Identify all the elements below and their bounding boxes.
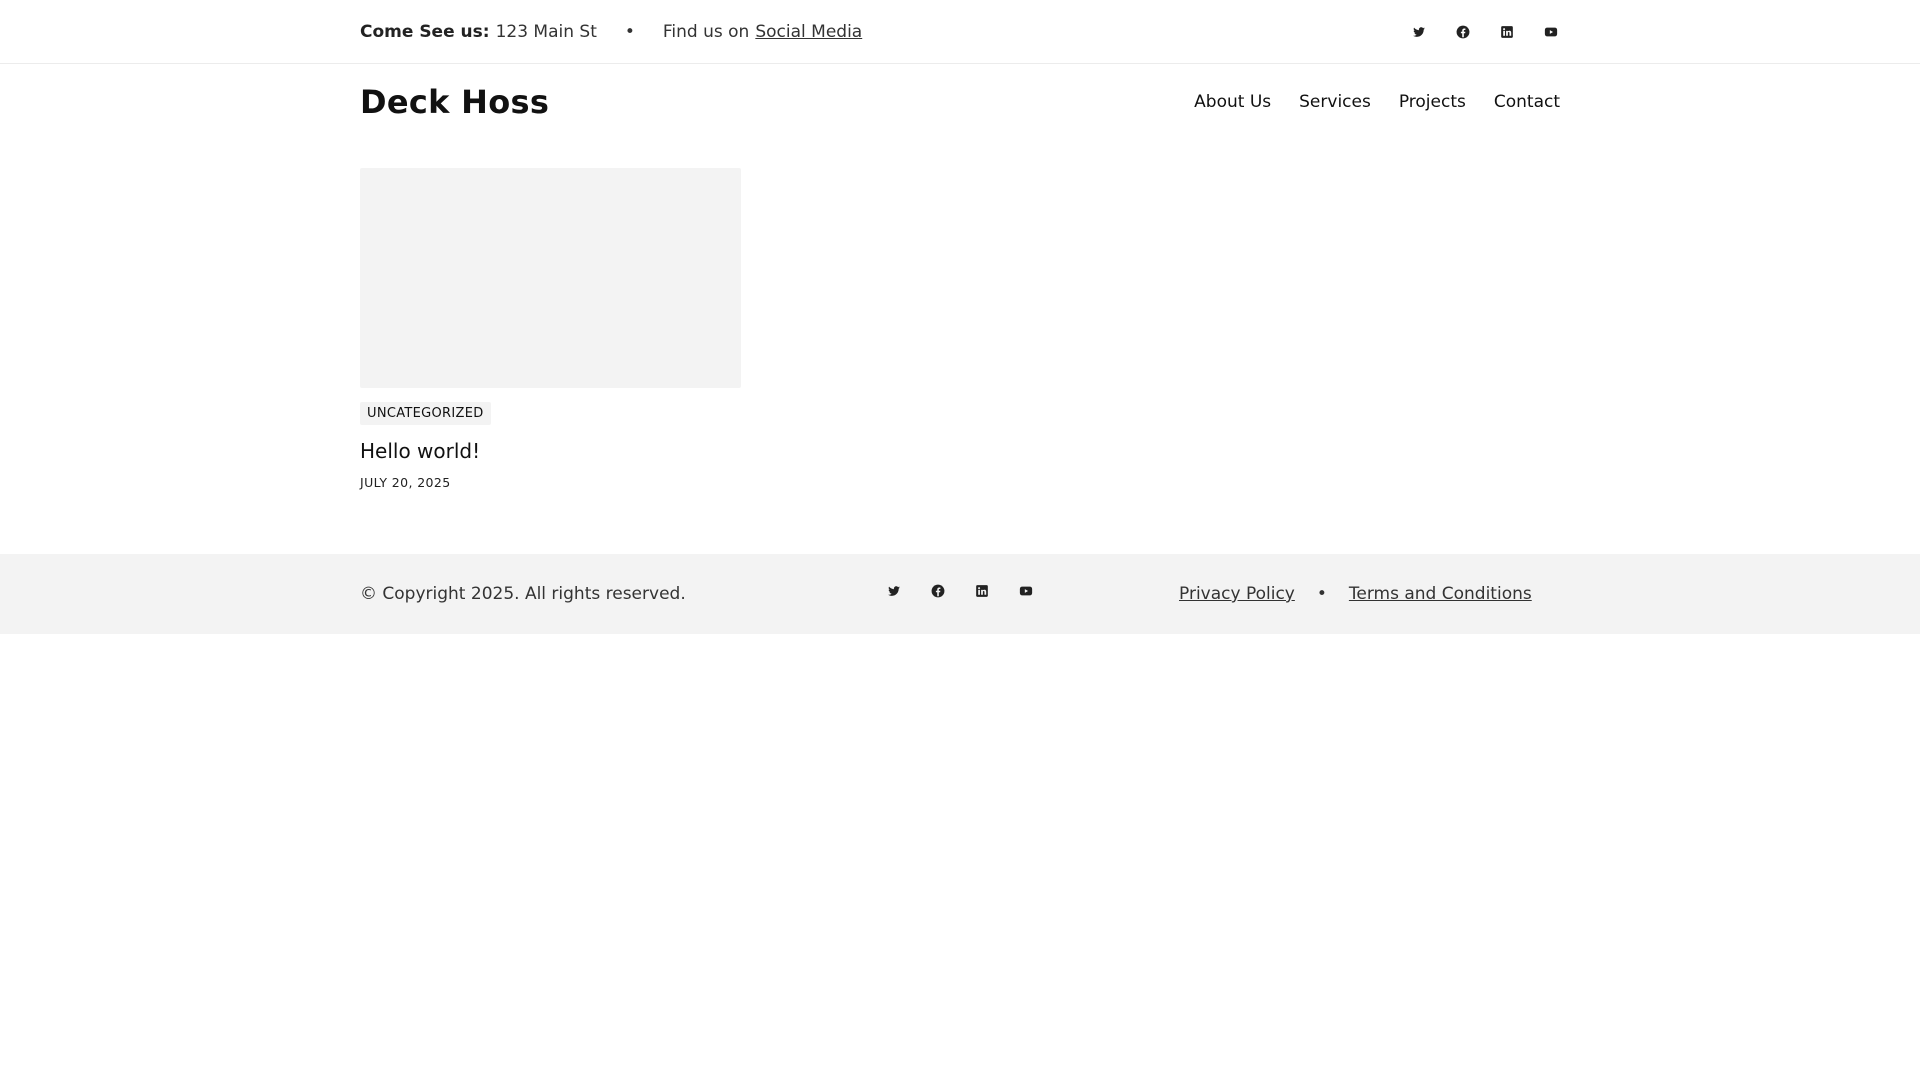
top-bar: Come See us: 123 Main St • Find us on So… <box>0 0 1920 64</box>
nav-item-about-us[interactable]: About Us <box>1194 92 1271 112</box>
footer-separator: • <box>1316 584 1327 604</box>
social-media-link[interactable]: Social Media <box>755 22 862 42</box>
nav-item-services[interactable]: Services <box>1299 92 1371 112</box>
twitter-icon[interactable] <box>1410 23 1428 41</box>
youtube-icon[interactable] <box>1017 582 1035 600</box>
top-bar-social-icons <box>1410 23 1560 41</box>
post-date: JULY 20, 2025 <box>360 475 451 490</box>
youtube-icon[interactable] <box>1542 23 1560 41</box>
post-category-badge[interactable]: UNCATEGORIZED <box>360 402 491 425</box>
terms-and-conditions-link[interactable]: Terms and Conditions <box>1349 584 1532 604</box>
top-bar-separator: • <box>624 22 635 42</box>
top-bar-info: Come See us: 123 Main St • Find us on So… <box>360 22 862 42</box>
nav-item-contact[interactable]: Contact <box>1494 92 1560 112</box>
site-title[interactable]: Deck Hoss <box>360 83 549 121</box>
nav-item-projects[interactable]: Projects <box>1399 92 1466 112</box>
post-title[interactable]: Hello world! <box>360 439 741 463</box>
footer-links: Privacy Policy • Terms and Conditions <box>1179 554 1532 634</box>
linkedin-icon[interactable] <box>1498 23 1516 41</box>
privacy-policy-link[interactable]: Privacy Policy <box>1179 584 1295 604</box>
address-label: Come See us: <box>360 22 490 42</box>
footer-social-icons <box>885 554 1035 628</box>
linkedin-icon[interactable] <box>973 582 991 600</box>
facebook-icon[interactable] <box>929 582 947 600</box>
social-prefix: Find us on <box>662 22 750 42</box>
footer-copyright: © Copyright 2025. All rights reserved. <box>360 584 686 604</box>
address-value: 123 Main St <box>495 22 597 42</box>
post-card: UNCATEGORIZED Hello world! JULY 20, 2025 <box>360 168 741 490</box>
main-nav: About Us Services Projects Contact <box>1194 92 1560 112</box>
site-header: Deck Hoss About Us Services Projects Con… <box>360 64 1560 140</box>
post-thumbnail[interactable] <box>360 168 741 388</box>
site-footer: © Copyright 2025. All rights reserved. P… <box>0 554 1920 634</box>
top-bar-inner: Come See us: 123 Main St • Find us on So… <box>360 0 1560 64</box>
twitter-icon[interactable] <box>885 582 903 600</box>
facebook-icon[interactable] <box>1454 23 1472 41</box>
